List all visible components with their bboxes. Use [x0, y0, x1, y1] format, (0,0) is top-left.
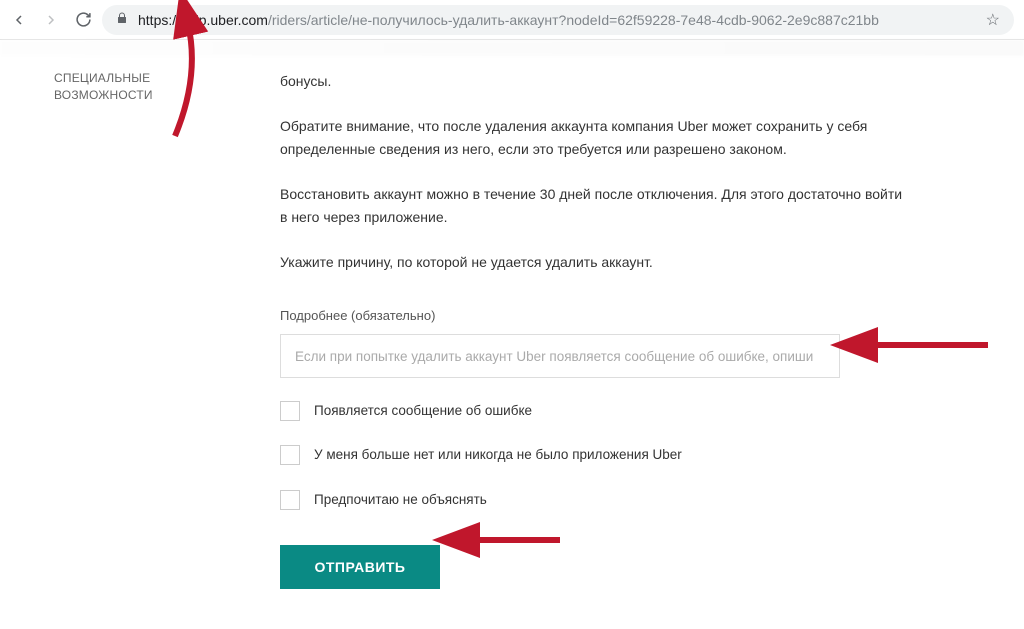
- checkbox-label: Предпочитаю не объяснять: [314, 489, 487, 511]
- checkbox-no-app[interactable]: [280, 445, 300, 465]
- checkbox-row: Предпочитаю не объяснять: [280, 489, 904, 511]
- sidebar-item-label: СПЕЦИАЛЬНЫЕ: [54, 71, 150, 85]
- checkbox-label: Появляется сообщение об ошибке: [314, 400, 532, 422]
- url-bar[interactable]: https://help.uber.com/riders/article/не-…: [102, 5, 1014, 35]
- article-text: бонусы.: [280, 70, 904, 93]
- url-text: https://help.uber.com/riders/article/не-…: [138, 12, 879, 28]
- sidebar-item-accessibility[interactable]: СПЕЦИАЛЬНЫЕ ВОЗМОЖНОСТИ: [54, 70, 250, 104]
- submit-button[interactable]: ОТПРАВИТЬ: [280, 545, 440, 589]
- checkbox-row: У меня больше нет или никогда не было пр…: [280, 444, 904, 466]
- sidebar-item-label: ВОЗМОЖНОСТИ: [54, 88, 153, 102]
- bookmarks-strip: [0, 40, 1024, 56]
- checkbox-prefer-not[interactable]: [280, 490, 300, 510]
- sidebar: СПЕЦИАЛЬНЫЕ ВОЗМОЖНОСТИ: [0, 56, 250, 629]
- forward-icon[interactable]: [42, 11, 60, 29]
- nav-icons: [10, 11, 92, 29]
- back-icon[interactable]: [10, 11, 28, 29]
- details-label: Подробнее (обязательно): [280, 305, 904, 326]
- bookmark-star-icon[interactable]: ☆: [986, 10, 1000, 30]
- url-path: /riders/article/не-получилось-удалить-ак…: [268, 12, 879, 28]
- article-text: Восстановить аккаунт можно в течение 30 …: [280, 183, 904, 229]
- reload-icon[interactable]: [74, 11, 92, 29]
- page: СПЕЦИАЛЬНЫЕ ВОЗМОЖНОСТИ бонусы. Обратите…: [0, 56, 1024, 629]
- checkbox-error-message[interactable]: [280, 401, 300, 421]
- article-text: Укажите причину, по которой не удается у…: [280, 251, 904, 274]
- main-content: бонусы. Обратите внимание, что после уда…: [250, 56, 1024, 629]
- browser-bar: https://help.uber.com/riders/article/не-…: [0, 0, 1024, 40]
- checkbox-row: Появляется сообщение об ошибке: [280, 400, 904, 422]
- article-text: Обратите внимание, что после удаления ак…: [280, 115, 904, 161]
- checkbox-label: У меня больше нет или никогда не было пр…: [314, 444, 682, 466]
- lock-icon: [116, 12, 128, 27]
- details-input[interactable]: [280, 334, 840, 378]
- url-host: https://help.uber.com: [138, 12, 268, 28]
